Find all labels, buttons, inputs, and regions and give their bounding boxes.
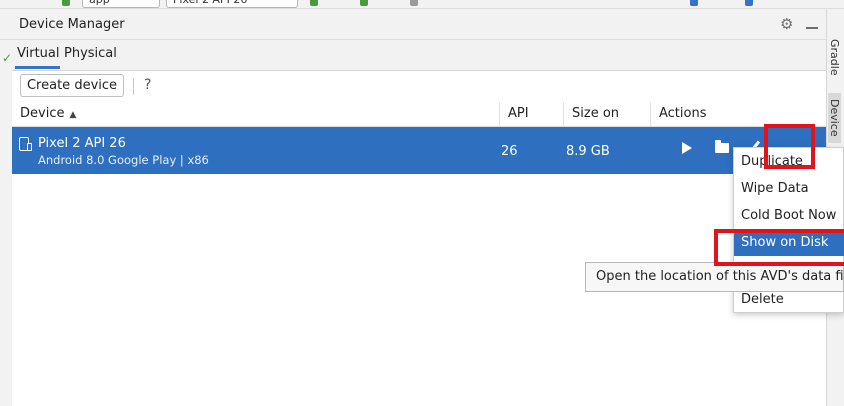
tooltip: Open the location of this AVD's data fil…	[585, 262, 844, 292]
create-device-button[interactable]: Create device	[20, 74, 124, 97]
table-header: Device ▲ API Size on Disk Actions	[12, 102, 826, 145]
sync-icon[interactable]	[690, 0, 698, 6]
tool-window-title: Device Manager	[19, 17, 125, 32]
profile-icon[interactable]	[410, 0, 418, 6]
tool-window-header: Device Manager ⚙	[0, 9, 826, 40]
active-tab-indicator	[15, 66, 60, 69]
menu-item-wipe-data[interactable]: Wipe Data	[734, 176, 844, 202]
ide-top-toolbar: app Pixel 2 API 26	[0, 0, 844, 9]
run-icon[interactable]	[310, 0, 318, 6]
side-tab-device-manager[interactable]: Device	[828, 93, 841, 143]
tab-virtual[interactable]: Virtual	[17, 46, 59, 61]
side-tab-gradle[interactable]: Gradle	[828, 39, 841, 76]
highlight-box-show-on-disk	[714, 229, 844, 266]
run-config-icon	[62, 0, 70, 6]
device-name: Pixel 2 API 26	[38, 136, 126, 151]
check-icon: ✓	[2, 51, 13, 65]
device-selector[interactable]: Pixel 2 API 26	[166, 0, 298, 8]
column-label-device: Device	[20, 106, 65, 121]
virtual-device-icon-overlay	[27, 143, 32, 151]
tab-physical[interactable]: Physical	[64, 46, 117, 61]
left-tool-strip: ‹ ✓	[0, 9, 12, 406]
highlight-box-more-actions	[764, 124, 815, 169]
debug-icon[interactable]	[360, 0, 368, 6]
toolbar-divider	[133, 78, 134, 95]
sort-ascending-icon: ▲	[69, 110, 77, 120]
column-header-size[interactable]: Size on Disk	[563, 102, 650, 145]
run-config-selector[interactable]: app	[82, 0, 160, 8]
help-icon[interactable]: ?	[144, 77, 151, 93]
sdk-manager-icon[interactable]	[745, 0, 753, 6]
table-row[interactable]: Pixel 2 API 26 Android 8.0 Google Play |…	[12, 127, 826, 174]
column-header-device[interactable]: Device ▲	[12, 102, 499, 126]
device-type-tabs: Virtual Physical	[12, 40, 826, 71]
column-header-actions: Actions	[650, 102, 826, 126]
device-size: 8.9 GB	[566, 144, 610, 159]
menu-item-cold-boot[interactable]: Cold Boot Now	[734, 203, 844, 229]
gear-icon[interactable]: ⚙	[780, 15, 793, 33]
device-api: 26	[501, 144, 518, 159]
column-header-api[interactable]: API	[499, 102, 563, 126]
device-toolbar: Create device ?	[12, 71, 826, 103]
device-subtitle: Android 8.0 Google Play | x86	[38, 153, 209, 167]
folder-icon[interactable]	[715, 140, 729, 153]
play-icon[interactable]	[682, 142, 692, 154]
minimize-icon[interactable]	[806, 27, 818, 29]
